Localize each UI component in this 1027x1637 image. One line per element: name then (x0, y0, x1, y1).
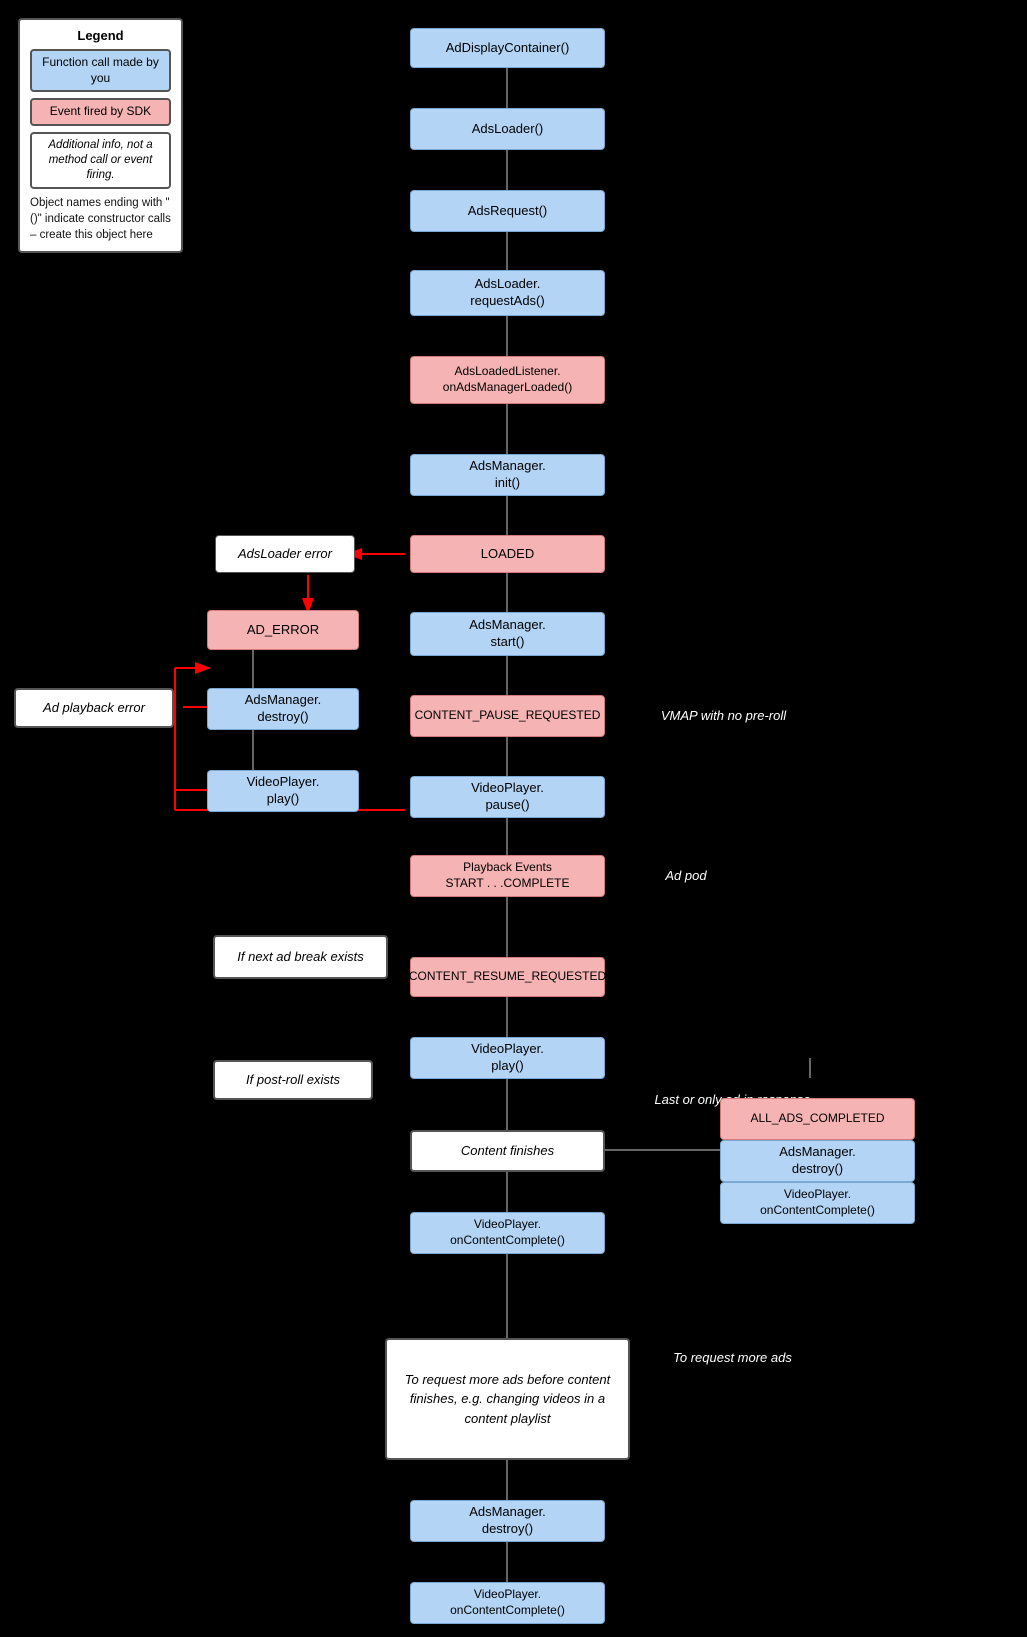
ads-loaded-listener-box: AdsLoadedListener. onAdsManagerLoaded() (410, 356, 605, 404)
video-player-on-content-complete1-box: VideoPlayer. onContentComplete() (410, 1212, 605, 1254)
video-player-pause-box: VideoPlayer. pause() (410, 776, 605, 818)
legend-note: Object names ending with "()" indicate c… (30, 195, 171, 243)
legend: Legend Function call made by you Event f… (18, 18, 183, 253)
ad-error-box: AD_ERROR (207, 610, 359, 650)
if-post-roll-exists-box: If post-roll exists (213, 1060, 373, 1100)
ads-manager-init-box: AdsManager. init() (410, 454, 605, 496)
video-player-play2-box: VideoPlayer. play() (410, 1037, 605, 1079)
to-request-more-ads-label: To request more ads (635, 1338, 830, 1378)
to-request-more-ads-box: To request more ads before content finis… (385, 1338, 630, 1460)
playback-events-box: Playback Events START . . .COMPLETE (410, 855, 605, 897)
ads-manager-start-box: AdsManager. start() (410, 612, 605, 656)
all-ads-completed-box: ALL_ADS_COMPLETED (720, 1098, 915, 1140)
video-player-on-content-complete3-box: VideoPlayer. onContentComplete() (410, 1582, 605, 1624)
loaded-box: LOADED (410, 535, 605, 573)
ad-playback-error-box: Ad playback error (14, 688, 174, 728)
ads-manager-destroy2-box: AdsManager. destroy() (720, 1140, 915, 1182)
ads-manager-destroy3-box: AdsManager. destroy() (410, 1500, 605, 1542)
ads-loader-error-box: AdsLoader error (215, 535, 355, 573)
legend-event-fired: Event fired by SDK (30, 98, 171, 126)
content-finishes-box: Content finishes (410, 1130, 605, 1172)
ads-loader-box: AdsLoader() (410, 108, 605, 150)
video-player-on-content-complete2-box: VideoPlayer. onContentComplete() (720, 1182, 915, 1224)
legend-title: Legend (30, 28, 171, 43)
ads-loader-request-ads-box: AdsLoader. requestAds() (410, 270, 605, 316)
legend-additional-info: Additional info, not a method call or ev… (30, 132, 171, 189)
if-next-ad-break-box: If next ad break exists (213, 935, 388, 979)
content-resume-requested-box: CONTENT_RESUME_REQUESTED (410, 957, 605, 997)
legend-function-call: Function call made by you (30, 49, 171, 92)
ad-pod-box: Ad pod (636, 855, 736, 897)
ads-manager-destroy1-box: AdsManager. destroy() (207, 688, 359, 730)
diagram-container: Legend Function call made by you Event f… (0, 0, 1027, 1637)
video-player-play1-box: VideoPlayer. play() (207, 770, 359, 812)
ad-display-container-box: AdDisplayContainer() (410, 28, 605, 68)
vmap-no-pre-roll-box: VMAP with no pre-roll (636, 695, 811, 737)
ads-request-box: AdsRequest() (410, 190, 605, 232)
content-pause-requested-box: CONTENT_PAUSE_REQUESTED (410, 695, 605, 737)
